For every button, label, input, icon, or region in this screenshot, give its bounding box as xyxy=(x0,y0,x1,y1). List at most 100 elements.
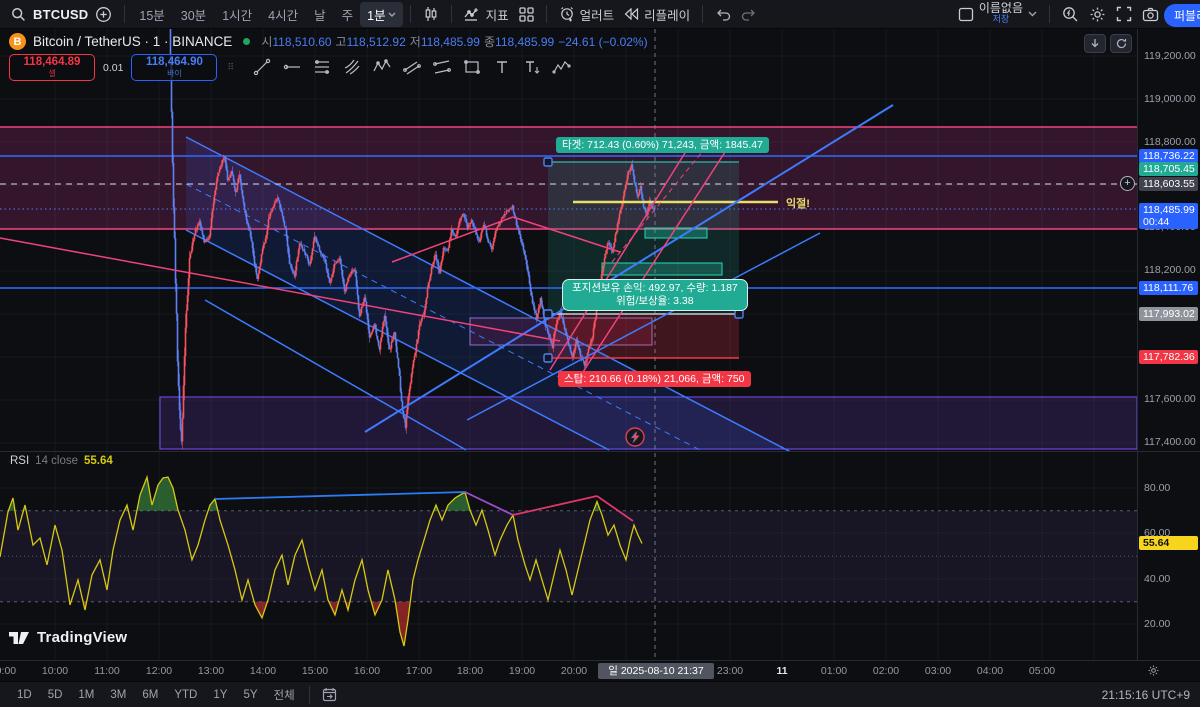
layout-grid-icon[interactable] xyxy=(514,4,539,25)
layout-template-icon[interactable] xyxy=(953,4,979,25)
chart-area[interactable]: B Bitcoin / TetherUS · 1 · BINANCE 시 118,… xyxy=(0,29,1137,660)
interval-selected[interactable]: 1분 xyxy=(360,1,403,27)
price-badge-value: 118,705.45 xyxy=(1143,163,1195,175)
range-1M[interactable]: 1M xyxy=(71,687,101,703)
position-rr-line: 위험/보상율: 3.38 xyxy=(616,295,694,307)
interval-1시간[interactable]: 1시간 xyxy=(215,2,259,27)
interval-날[interactable]: 날 xyxy=(307,2,333,27)
range-3M[interactable]: 3M xyxy=(103,687,133,703)
price-badge-value: 117,993.02 xyxy=(1143,308,1195,320)
price-badge[interactable]: 118,736.22 xyxy=(1139,149,1198,163)
position-handle xyxy=(543,353,553,363)
anchored-text-icon[interactable] xyxy=(519,54,545,80)
save-layout-label[interactable]: 저장 xyxy=(993,14,1010,25)
interval-주[interactable]: 주 xyxy=(335,2,361,27)
rsi-tick: 80.00 xyxy=(1144,482,1171,494)
range-전체[interactable]: 전체 xyxy=(267,685,302,705)
position-target-label[interactable]: 타겟: 712.43 (0.60%) 71,243, 금액: 1845.47 xyxy=(556,137,769,153)
position-stop-label[interactable]: 스탑: 210.66 (0.18%) 21,066, 금액: 750 xyxy=(558,371,751,387)
trend-line-icon[interactable] xyxy=(249,54,275,80)
interval-30분[interactable]: 30분 xyxy=(174,2,213,27)
disjoint-channel-icon[interactable] xyxy=(429,54,455,80)
add-alert-plus-icon[interactable]: + xyxy=(1120,176,1135,191)
price-badge[interactable]: 118,485.99 00:44 xyxy=(1139,203,1198,229)
price-badge-countdown: 00:44 xyxy=(1143,216,1170,228)
clock-utc[interactable]: 21:15:16 UTC+9 xyxy=(1102,688,1190,702)
undo-button[interactable] xyxy=(710,5,736,24)
symbol-title[interactable]: Bitcoin / TetherUS · 1 · BINANCE xyxy=(33,34,232,49)
rsi-indicator-header[interactable]: RSI 14 close 55.64 xyxy=(10,455,113,467)
price-badge[interactable]: 118,705.45 xyxy=(1139,162,1198,176)
tradingview-logo-text: TradingView xyxy=(37,629,128,646)
price-badge[interactable]: 118,111.76 xyxy=(1139,281,1198,295)
chart-style-icon[interactable] xyxy=(418,3,444,25)
position-info-box[interactable]: 포지션보유 손익: 492.97, 수량: 1.187 위험/보상율: 3.38 xyxy=(562,279,748,311)
interval-group: 15분 30분 1시간 4시간 날 주 xyxy=(132,2,360,27)
horizontal-ray-icon[interactable] xyxy=(279,54,305,80)
interval-4시간[interactable]: 4시간 xyxy=(261,2,305,27)
bitcoin-logo-icon: B xyxy=(9,33,26,50)
layout-name-button[interactable]: 이름없음 저장 xyxy=(979,2,1023,25)
screenshot-camera-icon[interactable] xyxy=(1137,4,1164,25)
price-tick: 117,400.00 xyxy=(1144,436,1196,448)
toolbar-separator xyxy=(1049,5,1050,23)
time-tick: 11:00 xyxy=(94,665,120,677)
price-badge-value: 117,782.36 xyxy=(1143,351,1195,363)
close-value: 118,485.99 xyxy=(495,35,555,49)
price-badge[interactable]: 117,993.02 xyxy=(1139,307,1198,321)
publish-button[interactable]: 퍼블리시 xyxy=(1164,4,1200,27)
xabcd-pattern-icon[interactable] xyxy=(369,54,395,80)
main-chart-canvas[interactable] xyxy=(0,29,1137,660)
time-tick: 20:00 xyxy=(560,665,588,677)
range-5D[interactable]: 5D xyxy=(41,687,70,703)
price-badge[interactable]: 117,782.36 xyxy=(1139,350,1198,364)
toolbar-separator xyxy=(702,5,704,23)
interval-15분[interactable]: 15분 xyxy=(132,2,171,27)
parallel-channel-icon[interactable] xyxy=(399,54,425,80)
price-badge-value: 118,485.99 xyxy=(1143,204,1195,216)
reset-view-button[interactable] xyxy=(1110,34,1132,53)
time-axis[interactable]: 일 2025-08-10 21:37 09:00 10:00 11:00 12:00 1… xyxy=(0,660,1200,681)
alert-button[interactable]: 얼러트 xyxy=(554,2,620,27)
chevron-down-icon[interactable] xyxy=(1023,8,1042,20)
range-1Y[interactable]: 1Y xyxy=(206,687,234,703)
buy-button[interactable]: 118,464.90 바이 xyxy=(131,54,218,81)
price-axis[interactable]: 119,200.00119,000.00118,800.00118,400.00… xyxy=(1137,29,1200,660)
position-handle xyxy=(543,157,553,167)
drag-handle[interactable]: ⠿ xyxy=(227,63,235,72)
close-label: 종 xyxy=(483,35,496,49)
fib-retracement-icon[interactable] xyxy=(309,54,335,80)
pitchfork-icon[interactable] xyxy=(339,54,365,80)
replay-button[interactable]: 리플레이 xyxy=(619,2,695,27)
drawing-toolbar xyxy=(249,54,575,80)
crosshair-date-badge: 일 2025-08-10 21:37 xyxy=(598,663,714,679)
market-status-dot[interactable] xyxy=(243,38,251,45)
open-label: 시 xyxy=(261,35,273,49)
range-YTD[interactable]: YTD xyxy=(167,687,204,703)
time-axis-settings-icon[interactable] xyxy=(1147,664,1160,682)
pane-separator[interactable] xyxy=(0,451,1200,452)
quick-search-icon[interactable] xyxy=(1057,3,1084,26)
rsi-tick: 40.00 xyxy=(1144,573,1171,585)
rectangle-icon[interactable] xyxy=(459,54,485,80)
symbol-search-icon[interactable] xyxy=(6,4,31,25)
text-icon[interactable] xyxy=(489,54,515,80)
price-tick: 119,000.00 xyxy=(1144,93,1196,105)
price-tick: 117,600.00 xyxy=(1144,393,1196,405)
sell-button[interactable]: 118,464.89 셀 xyxy=(9,54,95,81)
indicators-button[interactable]: 지표 xyxy=(459,2,514,27)
add-symbol-icon[interactable] xyxy=(90,3,117,26)
go-to-date-icon[interactable] xyxy=(317,684,342,705)
tradingview-logo[interactable]: TradingView xyxy=(9,629,127,646)
price-badge[interactable]: 118,603.55 xyxy=(1139,177,1198,191)
fullscreen-icon[interactable] xyxy=(1111,3,1137,25)
range-6M[interactable]: 6M xyxy=(135,687,165,703)
symbol-search-button[interactable]: BTCUSD xyxy=(33,7,88,22)
elliott-wave-icon[interactable] xyxy=(549,54,575,80)
scroll-down-button[interactable] xyxy=(1084,34,1106,53)
range-5Y[interactable]: 5Y xyxy=(236,687,264,703)
redo-button[interactable] xyxy=(736,5,762,24)
range-1D[interactable]: 1D xyxy=(10,687,39,703)
price-badge-value: 118,736.22 xyxy=(1143,150,1195,162)
settings-gear-icon[interactable] xyxy=(1084,3,1111,26)
